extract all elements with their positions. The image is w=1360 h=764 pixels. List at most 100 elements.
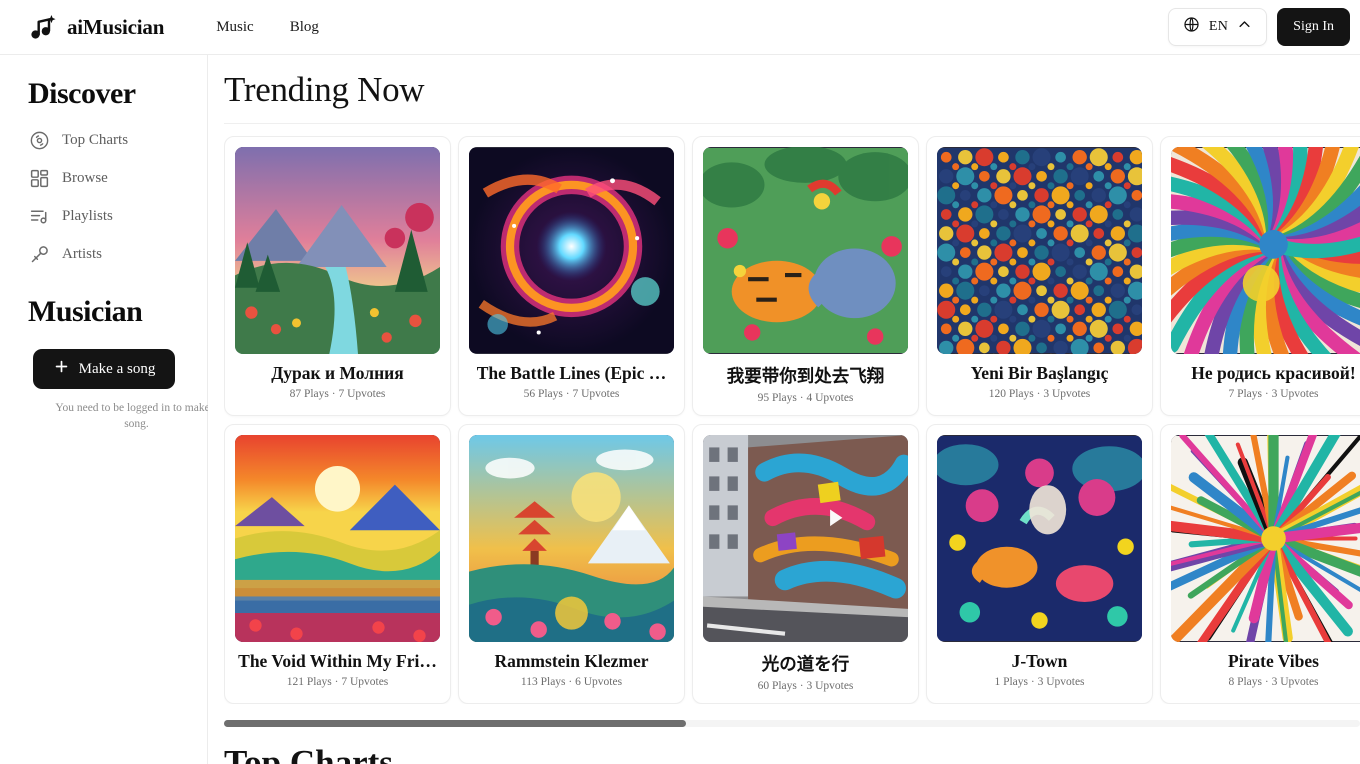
- sidebar-item-top-charts[interactable]: Top Charts: [0, 121, 207, 159]
- song-artwork: [703, 435, 908, 642]
- brand[interactable]: aiMusician: [28, 12, 164, 42]
- stats-separator: ·: [568, 676, 573, 688]
- carousel-row: The Void Within My Fri… 121 Plays · 7 Up…: [224, 424, 1360, 704]
- sidebar-item-label: Browse: [62, 169, 108, 186]
- make-a-song-button[interactable]: Make a song: [33, 349, 175, 389]
- song-plays: 121 Plays: [286, 676, 332, 688]
- song-card[interactable]: Дурак и Молния 87 Plays · 7 Upvotes: [224, 136, 451, 416]
- song-card[interactable]: Rammstein Klezmer 113 Plays · 6 Upvotes: [458, 424, 685, 704]
- grid-icon: [29, 168, 50, 189]
- stats-separator: ·: [565, 388, 570, 400]
- song-plays: 1 Plays: [994, 676, 1028, 688]
- main-content: Trending Now Дурак и Молния 87 Plays · 7…: [208, 55, 1360, 764]
- song-upvotes: 7 Upvotes: [572, 388, 620, 400]
- sidebar-item-label: Top Charts: [62, 131, 129, 148]
- stats-separator: ·: [334, 676, 339, 688]
- stats-separator: ·: [1264, 388, 1269, 400]
- language-selector[interactable]: EN: [1167, 8, 1268, 46]
- song-artwork: [1171, 147, 1360, 354]
- song-artwork: [235, 147, 440, 354]
- song-upvotes: 7 Upvotes: [341, 676, 389, 688]
- song-plays: 95 Plays: [757, 392, 797, 404]
- song-upvotes: 3 Upvotes: [806, 680, 854, 692]
- stats-separator: ·: [1264, 676, 1269, 688]
- song-card[interactable]: Pirate Vibes 8 Plays · 3 Upvotes: [1160, 424, 1360, 704]
- stats-separator: ·: [1030, 676, 1035, 688]
- song-artwork: [1171, 435, 1360, 642]
- stats-separator: ·: [331, 388, 336, 400]
- section-title-top-charts: Top Charts: [224, 743, 393, 764]
- page-title: Trending Now: [224, 70, 425, 109]
- song-artwork: [235, 435, 440, 642]
- song-artwork: [469, 435, 674, 642]
- stats-separator: ·: [799, 392, 804, 404]
- top-nav: Music Blog: [200, 11, 335, 44]
- song-upvotes: 3 Upvotes: [1271, 388, 1319, 400]
- brand-name: aiMusician: [67, 14, 165, 39]
- sidebar-item-label: Playlists: [62, 207, 113, 224]
- sign-in-button[interactable]: Sign In: [1277, 8, 1350, 46]
- song-title: The Void Within My Fri…: [238, 651, 437, 671]
- song-artwork: [469, 147, 674, 354]
- song-title: The Battle Lines (Epic …: [476, 363, 667, 383]
- song-card[interactable]: J-Town 1 Plays · 3 Upvotes: [926, 424, 1153, 704]
- song-artwork: [703, 147, 908, 354]
- song-upvotes: 4 Upvotes: [806, 392, 854, 404]
- chevron-up-icon: [1237, 17, 1252, 37]
- song-stats: 113 Plays · 6 Upvotes: [469, 676, 674, 688]
- make-song-section: Make a song You need to be logged in to …: [0, 339, 218, 432]
- top-bar-actions: EN Sign In: [1167, 8, 1360, 46]
- song-upvotes: 3 Upvotes: [1037, 676, 1085, 688]
- song-stats: 60 Plays · 3 Upvotes: [703, 680, 908, 692]
- song-stats: 7 Plays · 3 Upvotes: [1171, 388, 1360, 400]
- song-card[interactable]: Не родись красивой! 7 Plays · 3 Upvotes: [1160, 136, 1360, 416]
- music-note-sparkle-icon: [28, 12, 58, 42]
- top-bar: aiMusician Music Blog EN Sign In: [0, 0, 1360, 55]
- language-code: EN: [1208, 19, 1229, 34]
- carousel-scrollbar-thumb[interactable]: [224, 720, 686, 727]
- song-upvotes: 6 Upvotes: [575, 676, 623, 688]
- song-upvotes: 3 Upvotes: [1271, 676, 1319, 688]
- song-stats: 1 Plays · 3 Upvotes: [937, 676, 1142, 688]
- globe-icon: [1183, 16, 1200, 38]
- song-title: 我要带你到处去飞翔: [726, 366, 885, 386]
- carousel-scrollbar[interactable]: [224, 720, 1360, 727]
- song-card[interactable]: 光の道を行 60 Plays · 3 Upvotes: [692, 424, 919, 704]
- sidebar-item-browse[interactable]: Browse: [0, 159, 207, 197]
- song-artwork: [937, 147, 1142, 354]
- sidebar-item-label: Artists: [62, 245, 103, 262]
- song-artwork: [937, 435, 1142, 642]
- song-plays: 113 Plays: [520, 676, 566, 688]
- song-card[interactable]: Yeni Bir Başlangıç 120 Plays · 3 Upvotes: [926, 136, 1153, 416]
- sidebar-item-playlists[interactable]: Playlists: [0, 197, 207, 235]
- sidebar: Discover Top Charts Browse Playlists Art…: [0, 55, 218, 764]
- song-plays: 7 Plays: [1228, 388, 1262, 400]
- carousel-row: Дурак и Молния 87 Plays · 7 Upvotes The …: [224, 136, 1360, 416]
- login-required-note: You need to be logged in to make a song.: [55, 402, 218, 430]
- song-stats: 95 Plays · 4 Upvotes: [703, 392, 908, 404]
- nav-item-blog[interactable]: Blog: [274, 11, 335, 44]
- song-stats: 8 Plays · 3 Upvotes: [1171, 676, 1360, 688]
- stats-separator: ·: [1036, 388, 1041, 400]
- song-title: Не родись красивой!: [1191, 363, 1356, 383]
- nav-item-music[interactable]: Music: [200, 11, 270, 44]
- song-upvotes: 3 Upvotes: [1043, 388, 1091, 400]
- song-title: J-Town: [1011, 651, 1068, 671]
- song-title: Дурак и Молния: [271, 363, 404, 383]
- song-title: Rammstein Klezmer: [494, 651, 649, 671]
- song-card[interactable]: 我要带你到处去飞翔 95 Plays · 4 Upvotes: [692, 136, 919, 416]
- microphone-icon: [29, 244, 50, 265]
- song-stats: 56 Plays · 7 Upvotes: [469, 388, 674, 400]
- sidebar-item-artists[interactable]: Artists: [0, 235, 207, 273]
- title-divider: [224, 123, 1360, 124]
- list-music-icon: [29, 206, 50, 227]
- song-title: Pirate Vibes: [1228, 651, 1319, 671]
- song-title: Yeni Bir Başlangıç: [970, 363, 1109, 383]
- song-plays: 56 Plays: [523, 388, 563, 400]
- trending-carousel[interactable]: Дурак и Молния 87 Plays · 7 Upvotes The …: [224, 136, 1360, 704]
- song-card[interactable]: The Battle Lines (Epic … 56 Plays · 7 Up…: [458, 136, 685, 416]
- disc-icon: [29, 130, 50, 151]
- song-card[interactable]: The Void Within My Fri… 121 Plays · 7 Up…: [224, 424, 451, 704]
- sidebar-heading-discover: Discover: [28, 77, 136, 110]
- song-stats: 87 Plays · 7 Upvotes: [235, 388, 440, 400]
